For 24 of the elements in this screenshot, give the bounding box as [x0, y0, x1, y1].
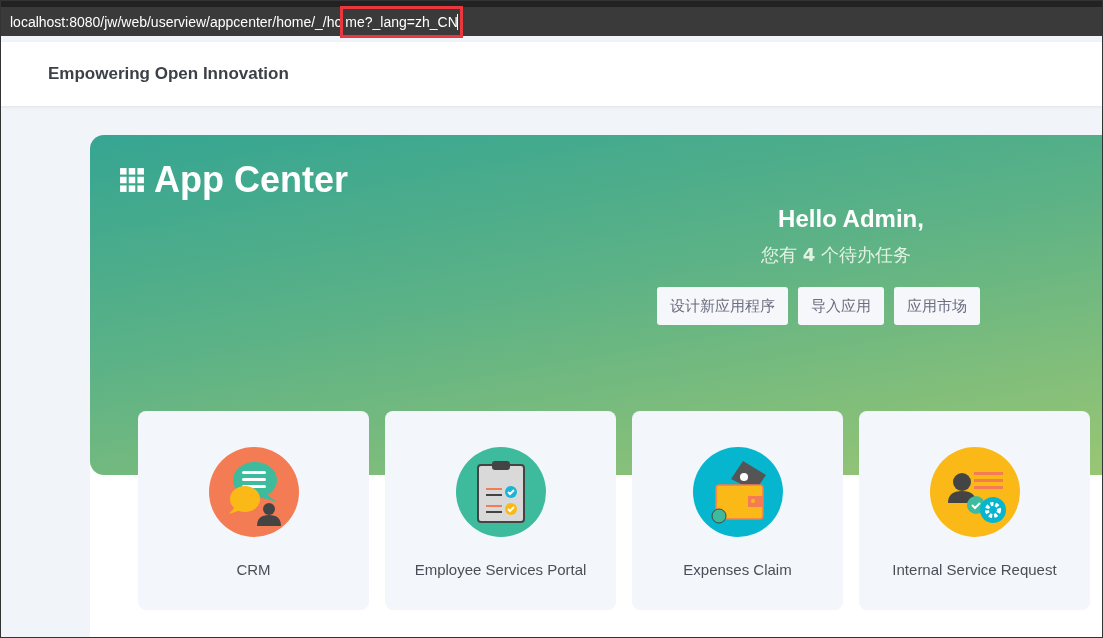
action-button[interactable]: 设计新应用程序 — [656, 287, 788, 325]
highlight-box: me?_lang=zh_CN — [340, 5, 463, 38]
app-name: Expenses Claim — [683, 561, 792, 578]
action-button[interactable]: 应用市场 — [893, 287, 980, 325]
app-name: Internal Service Request — [892, 561, 1057, 578]
pending-tasks-text: 您有 4 个待办任务 — [761, 243, 911, 267]
site-title: Empowering Open Innovation — [48, 64, 289, 84]
person-gear-icon — [929, 447, 1020, 537]
action-button[interactable]: 导入应用 — [797, 287, 884, 325]
wallet-icon — [692, 447, 783, 537]
text-cursor — [456, 13, 458, 30]
page-title: App Center — [154, 159, 348, 201]
chat-bubbles-icon — [208, 447, 299, 537]
clipboard-checklist-icon — [455, 447, 546, 537]
app-name: CRM — [236, 561, 271, 578]
url-text: localhost:8080/jw/web/userview/appcenter/home/_/ho — [10, 13, 343, 30]
app-card[interactable]: CRM — [138, 411, 369, 610]
app-card[interactable]: Internal Service Request — [859, 411, 1090, 610]
greeting: Hello Admin, — [778, 205, 924, 233]
app-card[interactable]: Employee Services Portal — [385, 411, 616, 610]
address-bar[interactable]: localhost:8080/jw/web/userview/appcenter/home/_/ho me?_lang=zh_CN — [1, 1, 1102, 36]
app-name: Employee Services Portal — [414, 561, 587, 578]
app-card[interactable]: Expenses Claim — [632, 411, 843, 610]
grid-icon — [119, 167, 145, 193]
